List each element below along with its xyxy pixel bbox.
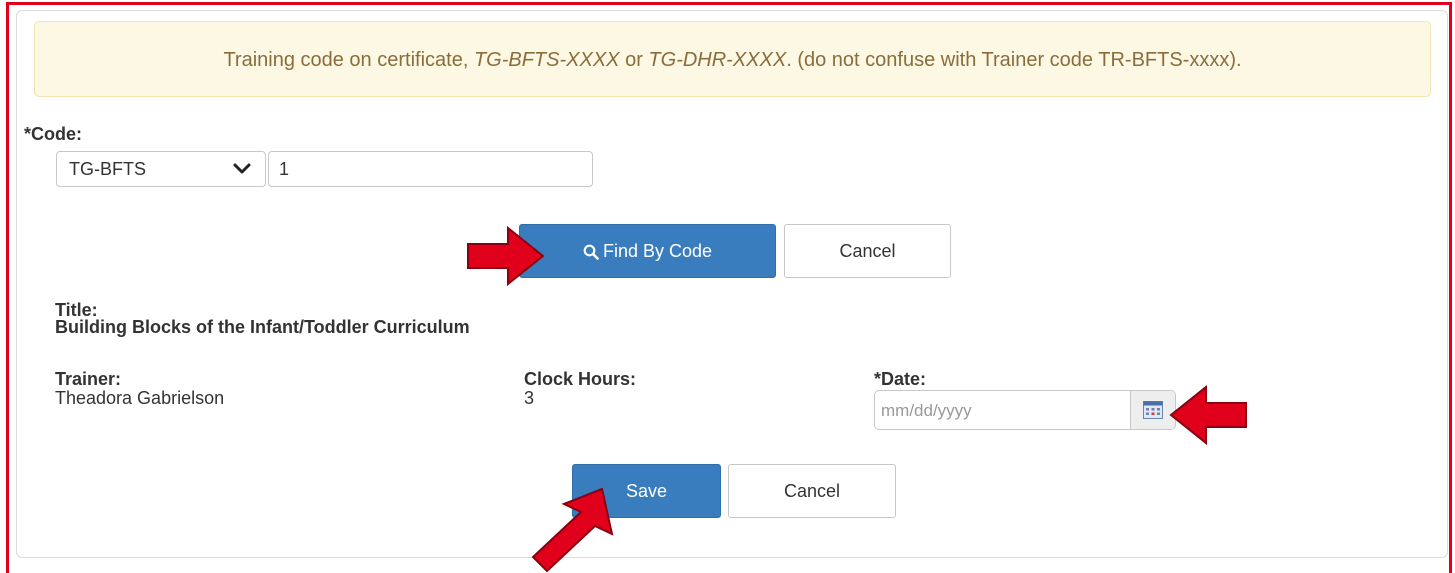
cancel-find-label: Cancel	[839, 241, 896, 261]
save-label: Save	[625, 481, 668, 501]
calendar-icon	[1143, 401, 1163, 419]
clock-hours-value: 3	[524, 388, 535, 408]
code-number-value: 1	[279, 159, 290, 179]
date-placeholder: mm/dd/yyyy	[881, 401, 972, 420]
arrow-pointing-right-icon	[467, 226, 545, 286]
trainer-label: Trainer:	[55, 369, 122, 389]
cancel-save-label: Cancel	[783, 481, 841, 501]
alert-text-prefix: Training code on certificate,	[223, 49, 474, 71]
clock-hours-label: Clock Hours:	[524, 369, 637, 389]
code-label: *Code:	[24, 124, 82, 144]
info-alert: Training code on certificate, TG-BFTS-XX…	[34, 21, 1431, 97]
find-by-code-button[interactable]: Find By Code	[519, 224, 776, 278]
arrow-pointing-left-icon	[1169, 385, 1247, 445]
cancel-save-button[interactable]: Cancel	[728, 464, 896, 518]
search-icon	[583, 244, 599, 261]
trainer-value: Theadora Gabrielson	[55, 388, 225, 408]
date-label: *Date:	[874, 369, 927, 389]
chevron-down-icon	[233, 163, 251, 174]
alert-text-suffix: . (do not confuse with Trainer code TR-B…	[786, 49, 1242, 71]
alert-text-middle: or	[619, 49, 649, 71]
arrow-pointing-up-icon	[531, 487, 614, 573]
code-prefix-selected: TG-BFTS	[69, 159, 146, 179]
title-value: Building Blocks of the Infant/Toddler Cu…	[55, 317, 470, 337]
date-input[interactable]: mm/dd/yyyy	[874, 390, 1176, 430]
alert-code-dhr: TG-DHR-XXXX	[648, 49, 787, 71]
cancel-find-button[interactable]: Cancel	[784, 224, 951, 278]
code-prefix-select[interactable]: TG-BFTS	[56, 151, 266, 187]
find-by-code-label: Find By Code	[602, 241, 713, 261]
code-number-input[interactable]: 1	[268, 151, 593, 187]
alert-code-bfts: TG-BFTS-XXXX	[473, 49, 620, 71]
